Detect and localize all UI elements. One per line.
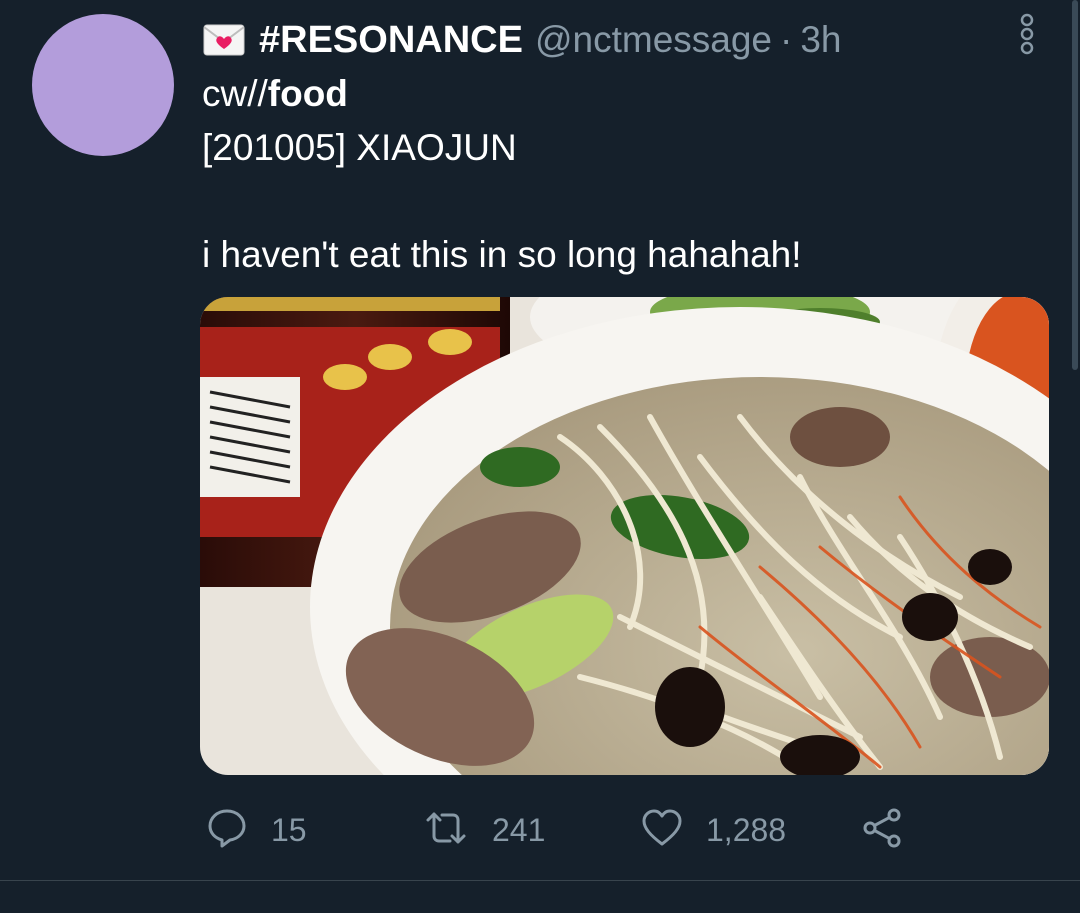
tweet-actions: 15 241 1,288 (200, 808, 920, 852)
cw-prefix: cw// (202, 73, 268, 114)
retweet-count: 241 (492, 811, 546, 848)
reply-icon (205, 806, 249, 855)
love-letter-icon (203, 24, 245, 56)
scrollbar-thumb[interactable] (1072, 0, 1078, 370)
like-button[interactable]: 1,288 (640, 808, 786, 852)
tweet-header: #RESONANCE @nctmessage · 3h (203, 14, 842, 66)
content-warning-line: cw//food (202, 73, 348, 115)
avatar[interactable] (32, 14, 174, 156)
separator-dot: · (780, 19, 793, 60)
timestamp[interactable]: 3h (800, 19, 841, 61)
heart-icon (640, 806, 684, 855)
date-line: [201005] XIAOJUN (202, 127, 517, 168)
reply-button[interactable]: 15 (205, 808, 307, 852)
tweet-photo[interactable] (200, 297, 1049, 775)
reply-count: 15 (271, 811, 307, 848)
divider (0, 880, 1080, 881)
cw-topic: food (267, 73, 348, 114)
display-name[interactable]: #RESONANCE (259, 19, 523, 62)
like-count: 1,288 (706, 811, 787, 848)
user-handle[interactable]: @nctmessage (535, 19, 772, 61)
tweet[interactable]: #RESONANCE @nctmessage · 3h cw//food [20… (0, 0, 1080, 913)
retweet-icon (422, 806, 470, 855)
retweet-button[interactable]: 241 (422, 808, 545, 852)
share-icon (860, 806, 904, 855)
tweet-message: i haven't eat this in so long hahahah! (202, 234, 802, 275)
share-button[interactable] (860, 808, 904, 852)
more-vertical-icon[interactable] (1012, 12, 1042, 56)
